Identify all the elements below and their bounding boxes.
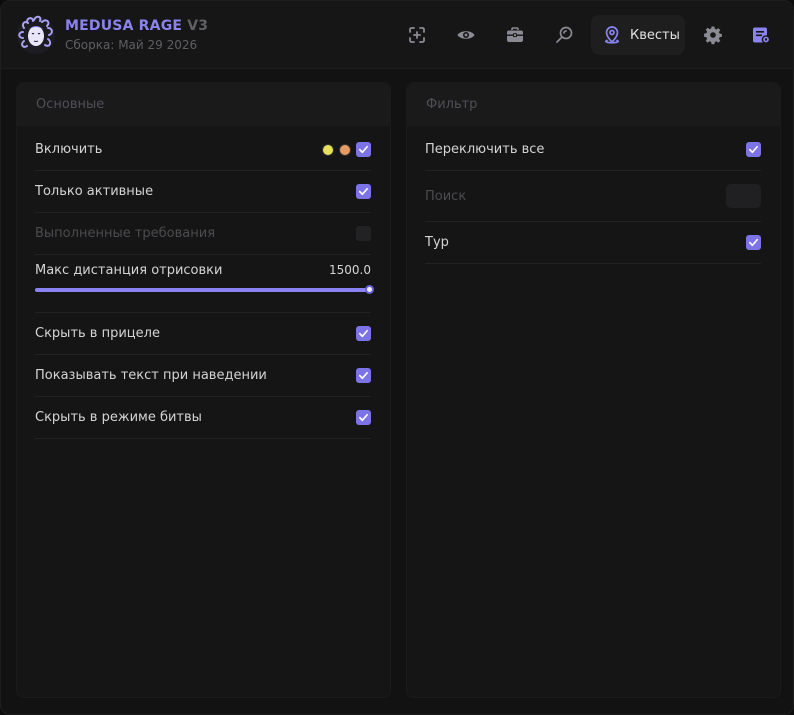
build-date: Сборка: Май 29 2026 xyxy=(65,38,198,52)
eye-icon xyxy=(457,31,475,39)
filter-tour-checkbox[interactable] xyxy=(746,235,761,250)
nav-visuals-button[interactable] xyxy=(446,15,486,55)
briefcase-icon xyxy=(507,27,523,42)
brand-name: MEDUSA RAGE xyxy=(65,18,183,34)
medusa-logo-icon xyxy=(17,15,55,54)
checkmark-icon xyxy=(359,145,368,154)
checkmark-icon xyxy=(359,329,368,338)
nav-quests-tab[interactable]: Квесты xyxy=(591,15,685,55)
brand-version: V3 xyxy=(187,18,209,34)
setting-completed-requirements: Выполненные требования xyxy=(35,213,371,255)
setting-only-active: Только активные xyxy=(35,171,371,213)
setting-hide-in-combat-checkbox[interactable] xyxy=(356,410,371,425)
nav-quests-label: Квесты xyxy=(630,27,680,43)
setting-completed-requirements-label: Выполненные требования xyxy=(35,226,216,241)
filter-search-input[interactable] xyxy=(726,184,761,208)
max-distance-label: Макс дистанция отрисовки xyxy=(35,263,223,278)
setting-enable: Включить xyxy=(35,129,371,171)
setting-show-text-on-hover-label: Показывать текст при наведении xyxy=(35,368,267,383)
nav-scripts-button[interactable] xyxy=(741,15,781,55)
panel-title-main: Основные xyxy=(17,83,390,126)
filter-search: Поиск xyxy=(425,171,761,222)
setting-completed-requirements-checkbox[interactable] xyxy=(356,226,371,241)
filter-toggle-all-label: Переключить все xyxy=(425,142,545,157)
search-radar-icon xyxy=(556,26,573,43)
gear-icon xyxy=(704,26,722,45)
nav-aimbot-button[interactable] xyxy=(397,15,437,55)
filter-search-label: Поиск xyxy=(425,188,467,204)
setting-show-text-on-hover: Показывать текст при наведении xyxy=(35,355,371,397)
checkmark-icon xyxy=(749,238,758,247)
checkmark-icon xyxy=(359,187,368,196)
checkmark-icon xyxy=(749,145,758,154)
setting-only-active-label: Только активные xyxy=(35,184,154,199)
setting-enable-checkbox[interactable] xyxy=(356,142,371,157)
filter-toggle-all-checkbox[interactable] xyxy=(746,142,761,157)
setting-hide-in-scope-checkbox[interactable] xyxy=(356,326,371,341)
max-distance-slider-thumb[interactable] xyxy=(365,285,374,294)
setting-hide-in-scope-label: Скрыть в прицеле xyxy=(35,326,160,341)
app-window: MEDUSA RAGE V3 Сборка: Май 29 2026 Квест… xyxy=(0,0,794,715)
max-distance-slider-fill xyxy=(35,288,371,292)
filter-panel: Фильтр Переключить все Поиск Тур xyxy=(406,82,781,698)
main-settings-panel: Основные Включить Только активные Выполн… xyxy=(16,82,391,698)
panel-title-filter: Фильтр xyxy=(407,83,780,126)
map-pin-icon xyxy=(605,26,619,44)
brand-title: MEDUSA RAGE V3 xyxy=(65,18,208,34)
script-settings-icon xyxy=(753,27,771,44)
checkmark-icon xyxy=(359,413,368,422)
filter-tour: Тур xyxy=(425,222,761,264)
crosshair-icon xyxy=(409,27,425,43)
color-swatch-orange[interactable] xyxy=(339,143,351,156)
color-swatch-yellow[interactable] xyxy=(322,143,334,156)
filter-tour-label: Тур xyxy=(425,235,449,250)
nav-search-button[interactable] xyxy=(544,15,584,55)
max-distance-slider[interactable] xyxy=(35,285,374,294)
filter-toggle-all: Переключить все xyxy=(425,129,761,171)
nav-misc-button[interactable] xyxy=(495,15,535,55)
setting-hide-in-scope: Скрыть в прицеле xyxy=(35,313,371,355)
top-bar: MEDUSA RAGE V3 Сборка: Май 29 2026 Квест… xyxy=(1,1,793,69)
setting-show-text-on-hover-checkbox[interactable] xyxy=(356,368,371,383)
setting-max-distance: Макс дистанция отрисовки 1500.0 xyxy=(35,255,374,313)
nav-settings-button[interactable] xyxy=(693,15,733,55)
setting-hide-in-combat: Скрыть в режиме битвы xyxy=(35,397,371,439)
setting-enable-label: Включить xyxy=(35,142,103,157)
setting-only-active-checkbox[interactable] xyxy=(356,184,371,199)
setting-hide-in-combat-label: Скрыть в режиме битвы xyxy=(35,410,202,425)
max-distance-value: 1500.0 xyxy=(329,263,371,277)
checkmark-icon xyxy=(359,371,368,380)
